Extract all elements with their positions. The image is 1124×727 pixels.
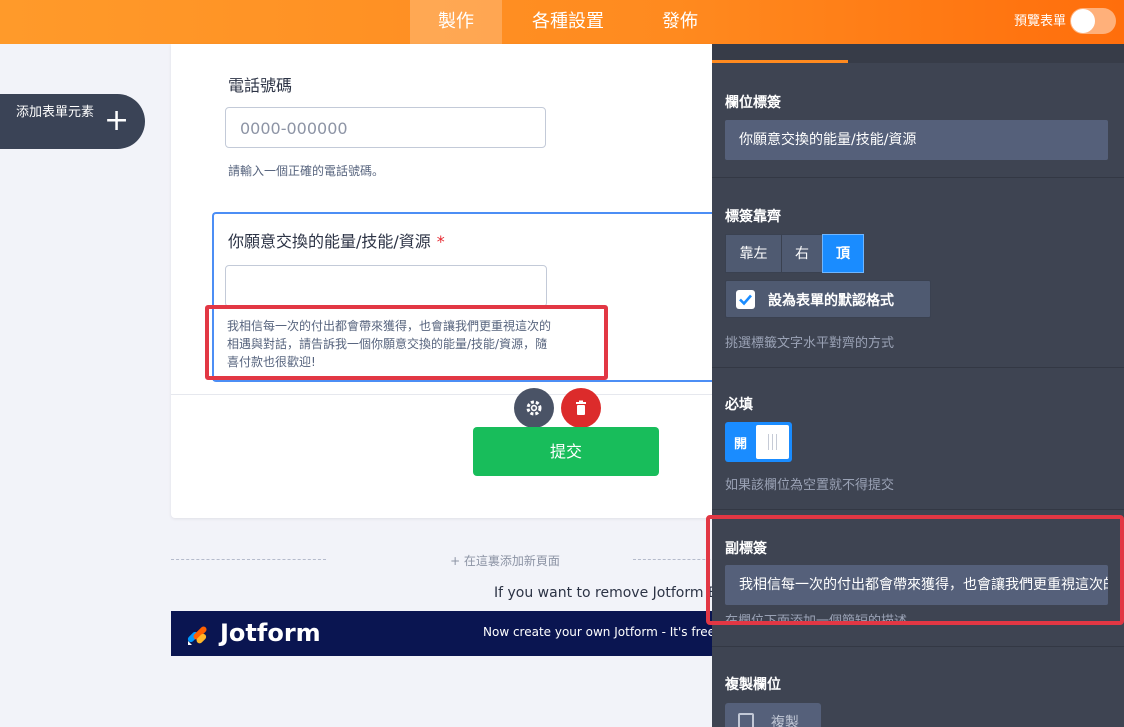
add-form-element-label: 添加表單元素 [15, 105, 94, 120]
divider [712, 367, 1124, 368]
divider [712, 509, 1124, 510]
required-title: 必填 [725, 397, 753, 413]
jotform-banner[interactable]: Jotform Now create your own Jotform - It… [171, 611, 716, 656]
phone-help-text: 請輸入一個正確的電話號碼。 [228, 164, 385, 178]
set-default-checkbox[interactable]: 設為表單的默認格式 [725, 280, 931, 318]
top-navigation-bar: 製作 各種設置 發佈 預覽表單 [0, 0, 1124, 44]
add-form-element-button[interactable]: 添加表單元素 + [0, 94, 145, 149]
set-default-label: 設為表單的默認格式 [768, 293, 894, 309]
panel-tab-bar [712, 44, 1124, 63]
banner-cta: Now create your own Jotform - It's free [483, 625, 716, 639]
delete-field-button[interactable] [561, 388, 601, 428]
remove-branding-text[interactable]: If you want to remove Jotform Br [494, 585, 723, 601]
question-label-text: 你願意交換的能量/技能/資源 [228, 232, 431, 251]
question-input[interactable] [225, 265, 547, 307]
duplicate-button-label: 複製 [771, 715, 799, 727]
plus-icon: + [104, 103, 130, 138]
question-sublabel: 我相信每一次的付出都會帶來獲得，也會讓我們更重視這次的相遇與對話，請告訴我一個你… [227, 319, 552, 369]
label-align-title: 標簽靠齊 [725, 209, 781, 225]
sublabel-panel-highlight-box [706, 515, 1124, 625]
align-right-option[interactable]: 右 [781, 234, 823, 273]
jotform-brand: Jotform [220, 619, 321, 647]
active-tab-underline [712, 60, 848, 63]
duplicate-field-title: 複製欄位 [725, 677, 781, 693]
toggle-knob [756, 425, 789, 459]
required-toggle[interactable]: 開 [725, 422, 792, 462]
phone-input[interactable]: 0000-000000 [225, 107, 546, 148]
tab-settings[interactable]: 各種設置 [514, 0, 622, 44]
duplicate-button[interactable]: 複製 [725, 703, 821, 727]
field-label-input[interactable]: 你願意交換的能量/技能/資源 [725, 120, 1108, 160]
trash-icon [576, 400, 586, 415]
field-settings-button[interactable] [514, 388, 554, 428]
submit-button[interactable]: 提交 [473, 427, 659, 476]
required-asterisk: * [436, 232, 445, 251]
copy-icon [738, 713, 754, 727]
divider [712, 646, 1124, 647]
field-label-title: 欄位標簽 [725, 95, 781, 111]
toggle-knob [1071, 9, 1095, 33]
required-toggle-label: 開 [734, 437, 748, 452]
align-left-option[interactable]: 靠左 [725, 234, 782, 273]
preview-form-label: 預覽表單 [1013, 14, 1066, 29]
align-help-text: 挑選標籤文字水平對齊的方式 [725, 336, 895, 351]
add-new-page[interactable]: + 在這裏添加新頁面 [171, 552, 839, 568]
divider [712, 177, 1124, 178]
preview-form-toggle[interactable] [1070, 8, 1116, 34]
required-help-text: 如果該欄位為空置就不得提交 [725, 478, 895, 493]
tab-build[interactable]: 製作 [410, 0, 502, 44]
check-icon [739, 294, 752, 306]
tab-publish[interactable]: 發佈 [640, 0, 720, 44]
align-top-option[interactable]: 頂 [822, 234, 864, 273]
checkbox-checked[interactable] [736, 290, 755, 309]
phone-field-label: 電話號碼 [228, 76, 293, 95]
jotform-logo-icon [187, 626, 207, 645]
question-label: 你願意交換的能量/技能/資源 * [228, 228, 445, 252]
divider [171, 394, 716, 395]
gear-icon [526, 400, 542, 416]
